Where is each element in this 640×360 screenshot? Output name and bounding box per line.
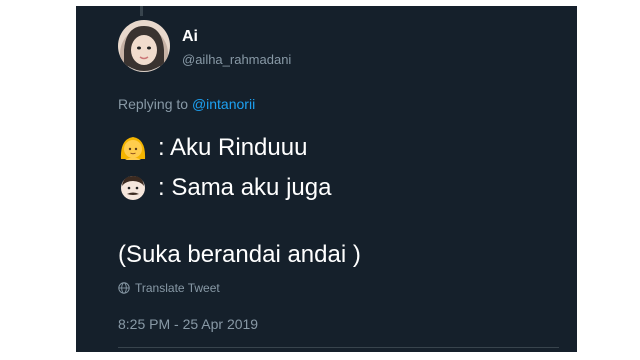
girl-face-emoji-icon [118,133,148,163]
globe-icon [118,282,130,294]
tweet-line-2: : Sama aku juga [118,173,331,203]
translate-tweet-label: Translate Tweet [135,281,220,295]
man-face-emoji-icon [118,173,148,203]
tweet-line-3-text: (Suka berandai andai ) [118,241,361,268]
replying-to: Replying to @intanorii [118,96,255,112]
author-name[interactable]: Ai [182,28,198,46]
tweet-line-2-text: : Sama aku juga [158,174,332,201]
tweet-card: Ai @ailha_rahmadani Replying to @intanor… [76,6,577,352]
tweet-line-3: (Suka berandai andai ) [118,241,361,269]
avatar[interactable] [118,20,170,72]
tweet-line-1-text: : Aku Rinduuu [158,134,308,161]
tweet-timestamp[interactable]: 8:25 PM - 25 Apr 2019 [118,316,258,332]
translate-tweet-button[interactable]: Translate Tweet [118,281,220,295]
thread-connector-line [140,6,143,16]
replying-prefix: Replying to [118,96,192,112]
tweet-line-1: : Aku Rinduuu [118,133,307,163]
author-handle[interactable]: @ailha_rahmadani [182,52,291,67]
divider [118,347,559,348]
replying-mention-link[interactable]: @intanorii [192,96,255,112]
